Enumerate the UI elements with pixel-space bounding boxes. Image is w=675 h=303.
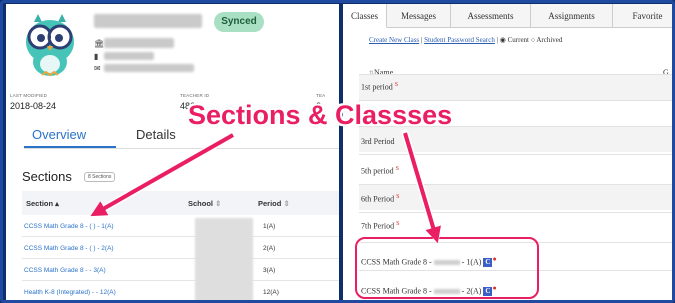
annotation-arrows [90, 129, 441, 244]
annotation-headline: Sections & Classses [188, 100, 453, 130]
